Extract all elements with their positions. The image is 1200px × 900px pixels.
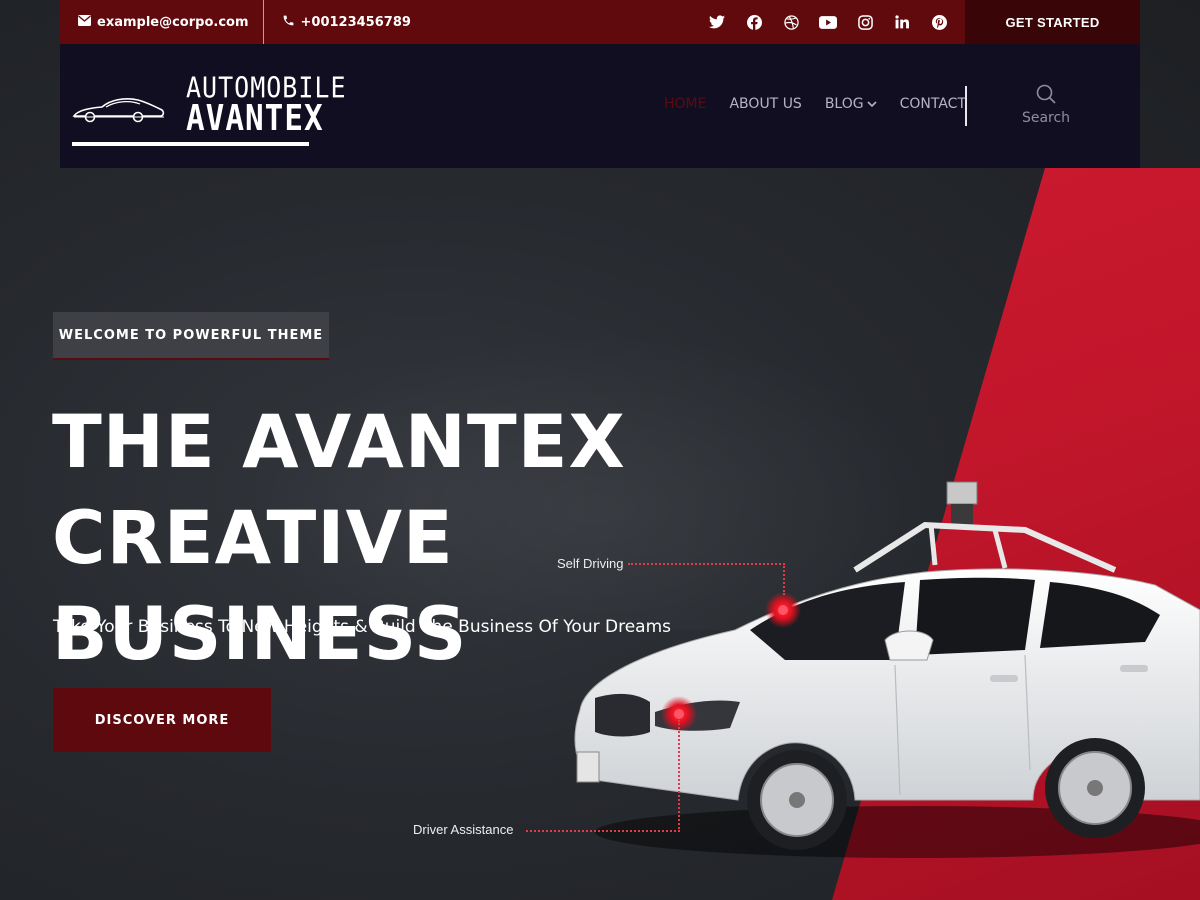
annotation-line-top [628, 563, 785, 595]
twitter-icon[interactable] [707, 12, 727, 32]
car-logo-icon [72, 98, 165, 123]
nav-item-blog[interactable]: BLOG [825, 96, 877, 112]
nav-item-home[interactable]: HOME [664, 96, 706, 112]
search-icon [1036, 84, 1056, 104]
phone-icon [282, 14, 295, 31]
linkedin-icon[interactable] [892, 12, 912, 32]
top-bar: example@corpo.com +00123456789 GET START… [60, 0, 1140, 44]
envelope-icon [78, 14, 91, 30]
main-navbar: AUTOMOBILE AVANTEX HOME ABOUT US BLOG CO… [60, 44, 1140, 168]
nav-item-label: BLOG [824, 96, 864, 112]
email-contact[interactable]: example@corpo.com [60, 0, 264, 44]
logo-underline [72, 142, 309, 146]
discover-more-button[interactable]: DISCOVER MORE [53, 688, 271, 752]
annotation-line-bottom [526, 720, 680, 832]
nav-item-about-us[interactable]: ABOUT US [729, 96, 801, 112]
youtube-icon[interactable] [818, 12, 838, 32]
nav-item-label: CONTACT [899, 96, 966, 112]
nav-divider [965, 86, 967, 126]
search-label: Search [1021, 110, 1071, 126]
instagram-icon[interactable] [855, 12, 875, 32]
site-logo[interactable]: AUTOMOBILE AVANTEX [72, 68, 346, 150]
chevron-down-icon [867, 100, 877, 107]
welcome-badge: WELCOME TO POWERFUL THEME [53, 312, 329, 360]
email-text: example@corpo.com [97, 14, 249, 30]
get-started-button[interactable]: GET STARTED [965, 0, 1140, 44]
annotation-self-driving: Self Driving [557, 556, 624, 571]
annotation-driver-assistance: Driver Assistance [413, 822, 514, 837]
search-button[interactable]: Search [1020, 84, 1072, 126]
dribbble-icon[interactable] [781, 12, 801, 32]
nav-menu: HOME ABOUT US BLOG CONTACT [664, 96, 989, 112]
phone-text: +00123456789 [300, 14, 411, 30]
nav-item-contact[interactable]: CONTACT [900, 96, 966, 112]
nav-item-label: ABOUT US [729, 96, 802, 112]
facebook-icon[interactable] [744, 12, 764, 32]
social-links [707, 12, 965, 32]
logo-text-line2: AVANTEX [186, 98, 324, 140]
phone-contact[interactable]: +00123456789 [264, 0, 425, 44]
pinterest-icon[interactable] [929, 12, 949, 32]
nav-item-label: HOME [664, 96, 707, 112]
